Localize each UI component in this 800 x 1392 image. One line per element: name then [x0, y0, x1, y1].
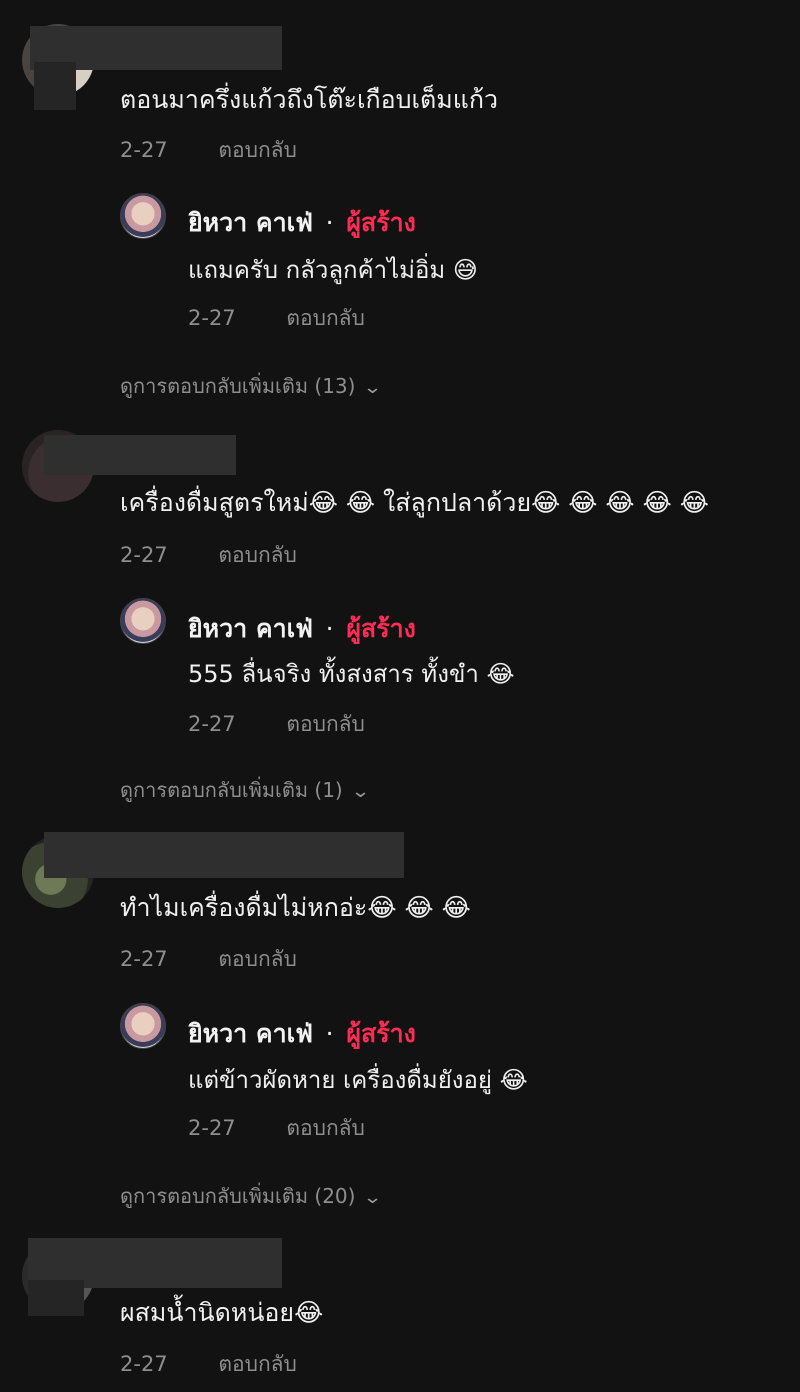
creator-badge: ผู้สร้าง: [346, 208, 416, 237]
reply-meta: 2-27 ตอบกลับ: [188, 302, 365, 335]
comment-meta: 2-27 ตอบกลับ: [120, 1348, 297, 1381]
separator-dot: ·: [325, 614, 334, 643]
redacted-block: [34, 62, 76, 110]
creator-name-line: ยิหวา คาเฟ่ · ผู้สร้าง: [188, 609, 416, 649]
creator-name[interactable]: ยิหวา คาเฟ่: [188, 1019, 313, 1048]
comment-meta: 2-27 ตอบกลับ: [120, 134, 297, 167]
creator-avatar[interactable]: [120, 193, 166, 239]
view-more-replies[interactable]: ดูการตอบกลับเพิ่มเติม (1) ⌄: [120, 774, 371, 806]
reply-button[interactable]: ตอบกลับ: [286, 708, 365, 741]
view-more-label: ดูการตอบกลับเพิ่มเติม (20): [120, 1184, 356, 1208]
redacted-username: [44, 832, 404, 878]
separator-dot: ·: [325, 1019, 334, 1048]
view-more-replies[interactable]: ดูการตอบกลับเพิ่มเติม (13) ⌄: [120, 370, 383, 402]
reply-button[interactable]: ตอบกลับ: [218, 539, 297, 572]
comment-text: ตอนมาครึ่งแก้วถึงโต๊ะเกือบเต็มแก้ว: [120, 85, 499, 114]
reply-button[interactable]: ตอบกลับ: [286, 302, 365, 335]
creator-avatar[interactable]: [120, 1003, 166, 1049]
creator-badge: ผู้สร้าง: [346, 614, 416, 643]
view-more-replies[interactable]: ดูการตอบกลับเพิ่มเติม (20) ⌄: [120, 1180, 383, 1212]
reply-date: 2-27: [188, 1116, 236, 1140]
comment-date: 2-27: [120, 947, 168, 971]
reply-button[interactable]: ตอบกลับ: [286, 1112, 365, 1145]
creator-name-line: ยิหวา คาเฟ่ · ผู้สร้าง: [188, 203, 416, 243]
comment-text: เครื่องดื่มสูตรใหม่😂 😂 ใส่ลูกปลาด้วย😂 😂 …: [120, 488, 709, 517]
comment-date: 2-27: [120, 543, 168, 567]
comment-meta: 2-27 ตอบกลับ: [120, 539, 297, 572]
comment-meta: 2-27 ตอบกลับ: [120, 943, 297, 976]
comment-date: 2-27: [120, 138, 168, 162]
chevron-down-icon: ⌄: [363, 1187, 383, 1208]
comment-date: 2-27: [120, 1352, 168, 1376]
comment-text: ผสมน้ำนิดหน่อย😂: [120, 1298, 324, 1327]
reply-button[interactable]: ตอบกลับ: [218, 1348, 297, 1381]
creator-name[interactable]: ยิหวา คาเฟ่: [188, 208, 313, 237]
creator-badge: ผู้สร้าง: [346, 1019, 416, 1048]
reply-text: แต่ข้าวผัดหาย เครื่องดื่มยังอยู่ 😂: [188, 1066, 528, 1094]
reply-text: 555 ลื่นจริง ทั้งสงสาร ทั้งขำ 😂: [188, 660, 515, 688]
reply-meta: 2-27 ตอบกลับ: [188, 1112, 365, 1145]
chevron-down-icon: ⌄: [350, 781, 371, 802]
reply-meta: 2-27 ตอบกลับ: [188, 708, 365, 741]
view-more-label: ดูการตอบกลับเพิ่มเติม (1): [120, 778, 343, 802]
redacted-block: [28, 1280, 84, 1316]
chevron-down-icon: ⌄: [363, 377, 383, 398]
reply-date: 2-27: [188, 712, 236, 736]
redacted-username: [44, 435, 236, 475]
reply-button[interactable]: ตอบกลับ: [218, 134, 297, 167]
reply-button[interactable]: ตอบกลับ: [218, 943, 297, 976]
comment-text: ทำไมเครื่องดื่มไม่หกอ่ะ😂 😂 😂: [120, 893, 471, 922]
reply-text: แถมครับ กลัวลูกค้าไม่อิ่ม 😅: [188, 256, 478, 284]
separator-dot: ·: [325, 208, 334, 237]
creator-name[interactable]: ยิหวา คาเฟ่: [188, 614, 313, 643]
creator-avatar[interactable]: [120, 598, 166, 644]
reply-date: 2-27: [188, 306, 236, 330]
creator-name-line: ยิหวา คาเฟ่ · ผู้สร้าง: [188, 1014, 416, 1054]
view-more-label: ดูการตอบกลับเพิ่มเติม (13): [120, 374, 356, 398]
